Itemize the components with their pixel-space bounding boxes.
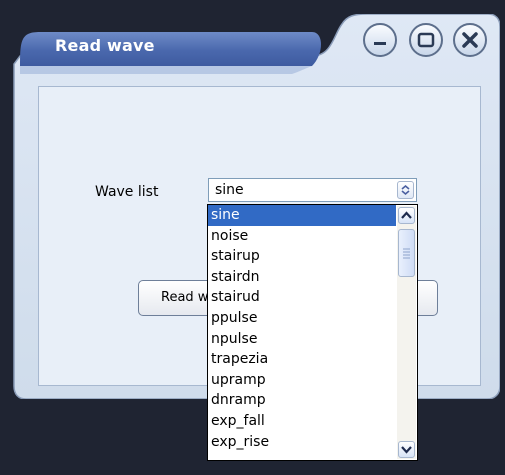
chevron-up-icon xyxy=(401,211,412,219)
scroll-down-button[interactable] xyxy=(398,441,415,458)
minimize-icon xyxy=(374,42,386,45)
scroll-thumb[interactable] xyxy=(398,229,415,277)
list-item[interactable]: dnramp xyxy=(208,390,396,411)
list-item[interactable]: ppulse xyxy=(208,308,396,329)
list-item[interactable]: npulse xyxy=(208,329,396,350)
updown-chevron-icon xyxy=(401,184,410,196)
wave-list-combobox[interactable]: sine xyxy=(208,178,417,202)
list-item[interactable]: noise xyxy=(208,226,396,247)
maximize-icon xyxy=(417,32,435,48)
combobox-dropdown-button[interactable] xyxy=(397,181,414,199)
wave-list-dropdown[interactable]: sine noise stairup stairdn stairud ppuls… xyxy=(207,204,418,461)
list-item[interactable]: exp_fall xyxy=(208,411,396,432)
list-item[interactable]: exp_rise xyxy=(208,432,396,453)
read-wave-button-label: Read w xyxy=(161,290,209,305)
close-icon xyxy=(462,32,478,48)
wave-list-label: Wave list xyxy=(95,184,159,200)
list-item[interactable]: trapezia xyxy=(208,349,396,370)
list-item[interactable]: stairup xyxy=(208,246,396,267)
list-item[interactable]: stairud xyxy=(208,287,396,308)
maximize-button[interactable] xyxy=(409,23,443,57)
minimize-button[interactable] xyxy=(363,23,397,57)
list-item[interactable]: stairdn xyxy=(208,267,396,288)
grip-icon xyxy=(403,248,410,259)
vertical-scrollbar[interactable] xyxy=(397,206,416,459)
list-item[interactable]: upramp xyxy=(208,370,396,391)
window-title: Read wave xyxy=(55,36,155,55)
chevron-down-icon xyxy=(401,446,412,454)
scroll-up-button[interactable] xyxy=(398,207,415,224)
combobox-value: sine xyxy=(215,182,244,198)
close-button[interactable] xyxy=(453,23,487,57)
dropdown-list: sine noise stairup stairdn stairud ppuls… xyxy=(208,205,396,452)
list-item[interactable]: sine xyxy=(208,205,396,226)
